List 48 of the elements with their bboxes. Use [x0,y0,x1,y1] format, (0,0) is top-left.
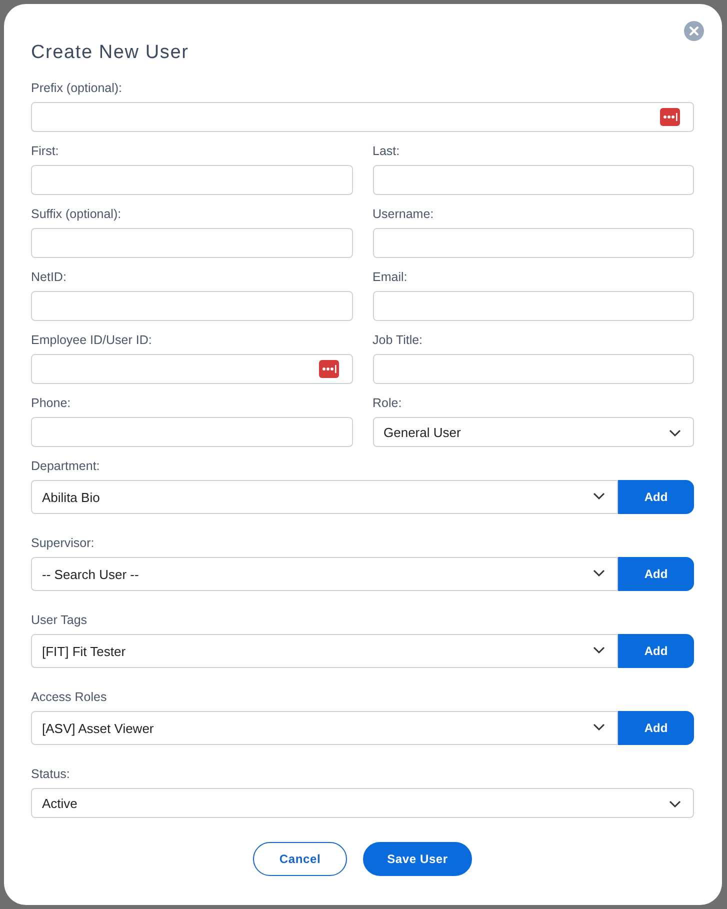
field-label: Access Roles [31,690,108,705]
field-label: Email: [372,270,408,285]
input-field[interactable] [31,291,352,321]
field-label: Job Title: [372,333,424,348]
field-label: Status: [31,767,71,782]
select-field[interactable]: [ASV] Asset Viewer [31,711,618,745]
input-field[interactable] [372,228,694,258]
field-label: Phone: [31,396,72,411]
select-field[interactable]: General User [372,417,694,447]
add-button[interactable]: Add [618,711,694,745]
add-button[interactable]: Add [618,557,694,591]
field-label: Employee ID/User ID: [31,333,153,348]
password-manager-icon[interactable] [318,360,338,378]
field-label: Last: [372,144,401,159]
close-icon[interactable] [684,21,704,41]
field-label: Supervisor: [31,536,96,551]
field-label: Username: [372,207,435,222]
input-field[interactable] [31,417,352,447]
field-label: Role: [372,396,403,411]
chevron-down-icon [593,492,605,500]
select-field[interactable]: Abilita Bio [31,480,618,514]
select-field[interactable]: -- Search User -- [31,557,618,591]
chevron-down-icon [669,429,681,437]
input-field[interactable] [31,228,352,258]
select-field[interactable]: [FIT] Fit Tester [31,634,618,668]
add-button[interactable]: Add [618,634,694,668]
chevron-down-icon [669,800,681,808]
input-field[interactable] [372,291,694,321]
dialog-title: Create New User [31,42,190,64]
field-label: NetID: [31,270,68,285]
save-button[interactable]: Save User [363,842,472,876]
input-field[interactable] [31,354,352,384]
field-label: Prefix (optional): [31,81,124,96]
password-manager-icon[interactable] [660,108,680,126]
input-field[interactable] [372,165,694,195]
field-label: User Tags [31,613,88,628]
field-label: Suffix (optional): [31,207,122,222]
select-field[interactable]: Active [31,788,694,818]
add-button[interactable]: Add [618,480,694,514]
cancel-button[interactable]: Cancel [253,842,347,876]
input-field[interactable] [372,354,694,384]
field-label: Department: [31,459,101,474]
chevron-down-icon [593,723,605,731]
input-field[interactable] [31,165,352,195]
field-label: First: [31,144,60,159]
input-field[interactable] [31,102,694,132]
chevron-down-icon [593,646,605,654]
chevron-down-icon [593,569,605,577]
